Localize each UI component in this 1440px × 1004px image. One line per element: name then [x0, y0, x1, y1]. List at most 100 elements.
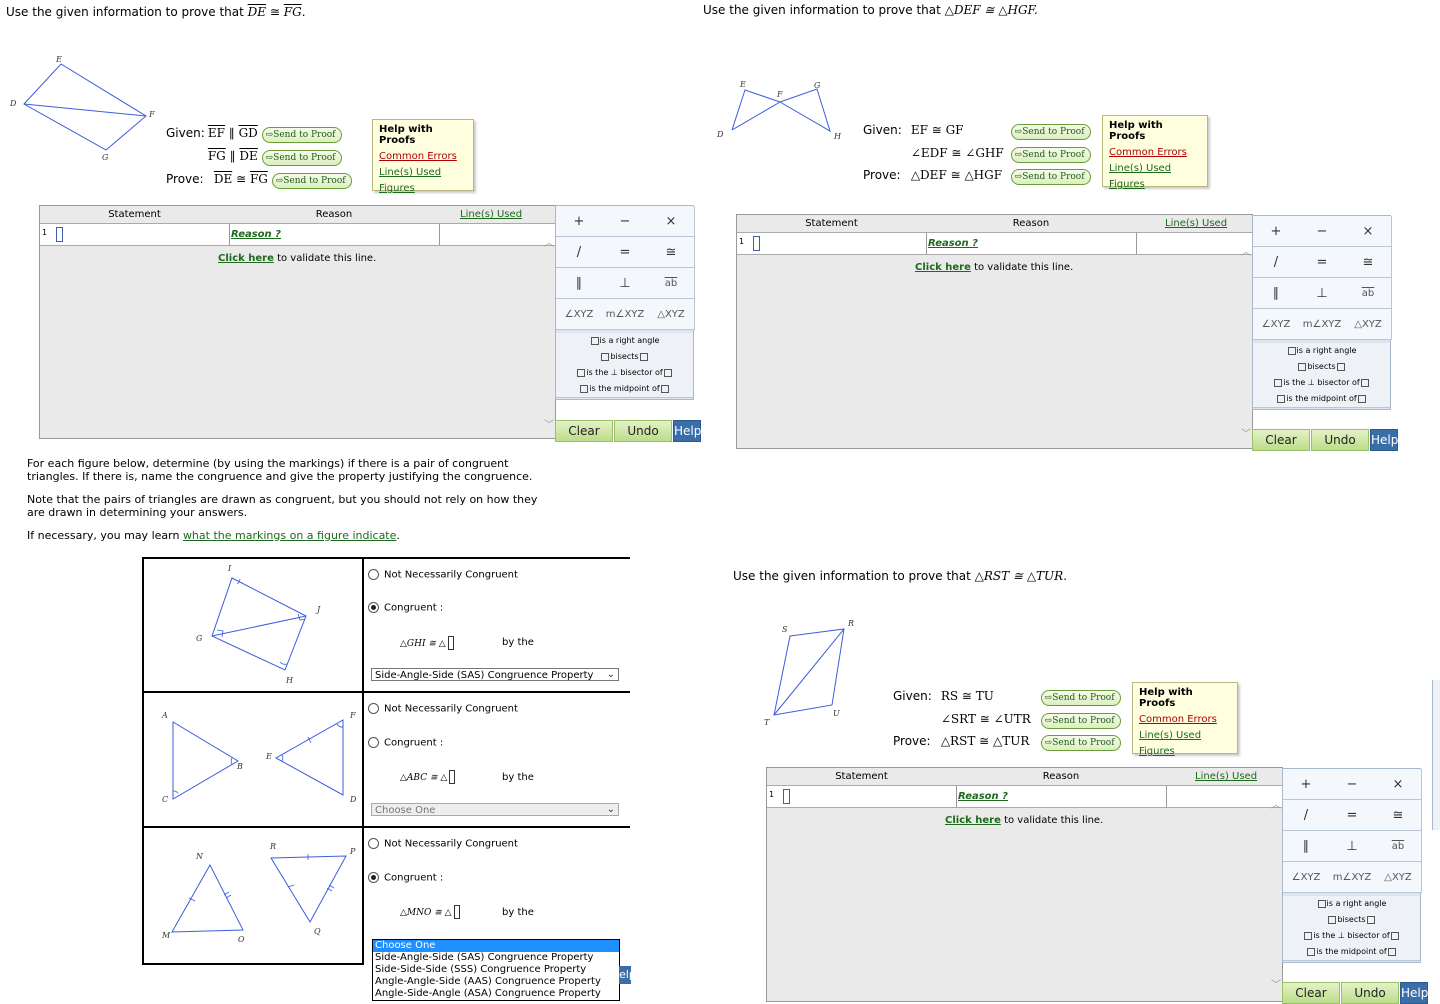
parallel-button[interactable]: ∥: [1283, 831, 1330, 862]
angle-button[interactable]: ∠XYZ: [1253, 309, 1300, 340]
property-dropdown-open[interactable]: Choose One Side-Angle-Side (SAS) Congrue…: [372, 939, 620, 1001]
minus-button[interactable]: −: [602, 206, 649, 237]
reason-select[interactable]: Reason ?: [928, 238, 978, 249]
send-to-proof-button[interactable]: ⇨Send to Proof: [1010, 169, 1091, 185]
congruent-option-1[interactable]: Congruent :: [368, 602, 443, 614]
congruent-button[interactable]: ≅: [1375, 800, 1422, 831]
angle-measure-button[interactable]: m∠XYZ: [1299, 309, 1346, 340]
lines-used-link[interactable]: Line(s) Used: [1109, 161, 1201, 177]
scroll-down-icon[interactable]: ﹀: [544, 416, 554, 431]
angle-measure-button[interactable]: m∠XYZ: [1329, 862, 1376, 893]
scroll-down-icon[interactable]: ﹀: [1241, 425, 1251, 440]
lines-used-header[interactable]: Line(s) Used: [1195, 771, 1257, 782]
figures-link[interactable]: Figures: [379, 181, 467, 197]
minus-button[interactable]: −: [1299, 216, 1346, 247]
triangle-button[interactable]: △XYZ: [648, 299, 695, 330]
send-to-proof-button[interactable]: ⇨Send to Proof: [261, 127, 342, 143]
bisects-template[interactable]: bisects: [1283, 912, 1420, 929]
property-select-2[interactable]: Choose One ⌄: [371, 803, 619, 816]
clear-button[interactable]: Clear: [555, 420, 613, 442]
times-button[interactable]: ×: [1375, 769, 1422, 800]
congruent-button[interactable]: ≅: [1345, 247, 1392, 278]
statement-input[interactable]: [56, 227, 63, 242]
perpendicular-button[interactable]: ⊥: [1299, 278, 1346, 309]
equals-button[interactable]: =: [1299, 247, 1346, 278]
reason-select[interactable]: Reason ?: [231, 229, 281, 240]
perp-bisector-template[interactable]: is the ⊥ bisector of: [1253, 375, 1390, 392]
midpoint-template[interactable]: is the midpoint of: [1283, 944, 1420, 961]
help-button[interactable]: Help: [1370, 429, 1398, 451]
dropdown-option[interactable]: Side-Side-Side (SSS) Congruence Property: [373, 964, 619, 976]
segment-button[interactable]: ab: [648, 268, 695, 299]
triangle-button[interactable]: △XYZ: [1375, 862, 1422, 893]
help-button[interactable]: Help: [673, 420, 701, 442]
plus-button[interactable]: +: [1283, 769, 1330, 800]
scroll-up-icon[interactable]: ︿: [1271, 796, 1281, 811]
statement-input[interactable]: [753, 236, 760, 251]
dropdown-option[interactable]: Choose One: [373, 940, 619, 952]
send-to-proof-button[interactable]: ⇨Send to Proof: [261, 150, 342, 166]
dropdown-option[interactable]: Angle-Side-Angle (ASA) Congruence Proper…: [373, 988, 619, 1000]
lines-used-link[interactable]: Line(s) Used: [379, 165, 467, 181]
triangle-name-input-2[interactable]: [449, 770, 456, 784]
equals-button[interactable]: =: [602, 237, 649, 268]
scroll-down-icon[interactable]: ﹀: [1271, 976, 1281, 991]
lines-used-link[interactable]: Line(s) Used: [1139, 728, 1231, 744]
common-errors-link[interactable]: Common Errors: [1139, 712, 1231, 728]
property-select-1[interactable]: Side-Angle-Side (SAS) Congruence Propert…: [371, 668, 619, 681]
minus-button[interactable]: −: [1329, 769, 1376, 800]
divide-button[interactable]: /: [1283, 800, 1330, 831]
send-to-proof-button[interactable]: ⇨Send to Proof: [1010, 124, 1091, 140]
segment-button[interactable]: ab: [1345, 278, 1392, 309]
congruent-button[interactable]: ≅: [648, 237, 695, 268]
send-to-proof-button[interactable]: ⇨Send to Proof: [271, 173, 352, 189]
undo-button[interactable]: Undo: [1311, 429, 1369, 451]
reason-select[interactable]: Reason ?: [958, 791, 1008, 802]
congruent-option-3[interactable]: Congruent :: [368, 872, 443, 884]
common-errors-link[interactable]: Common Errors: [379, 149, 467, 165]
congruent-option-2[interactable]: Congruent :: [368, 737, 443, 749]
help-button[interactable]: Help: [1400, 982, 1428, 1004]
figures-link[interactable]: Figures: [1109, 177, 1201, 193]
angle-button[interactable]: ∠XYZ: [1283, 862, 1330, 893]
perp-bisector-template[interactable]: is the ⊥ bisector of: [556, 365, 693, 382]
divide-button[interactable]: /: [556, 237, 603, 268]
bisects-template[interactable]: bisects: [1253, 359, 1390, 376]
triangle-button[interactable]: △XYZ: [1345, 309, 1392, 340]
click-here-link[interactable]: Click here: [218, 253, 274, 264]
undo-button[interactable]: Undo: [614, 420, 672, 442]
send-to-proof-button[interactable]: ⇨Send to Proof: [1040, 690, 1121, 706]
send-to-proof-button[interactable]: ⇨Send to Proof: [1040, 735, 1121, 751]
parallel-button[interactable]: ∥: [556, 268, 603, 299]
figures-link[interactable]: Figures: [1139, 744, 1231, 760]
times-button[interactable]: ×: [1345, 216, 1392, 247]
triangle-name-input-1[interactable]: [447, 636, 454, 650]
lines-used-header[interactable]: Line(s) Used: [460, 209, 522, 220]
perpendicular-button[interactable]: ⊥: [602, 268, 649, 299]
send-to-proof-button[interactable]: ⇨Send to Proof: [1010, 147, 1091, 163]
dropdown-option[interactable]: Angle-Angle-Side (AAS) Congruence Proper…: [373, 976, 619, 988]
right-angle-template[interactable]: is a right angle: [1283, 896, 1420, 913]
perp-bisector-template[interactable]: is the ⊥ bisector of: [1283, 928, 1420, 945]
scroll-up-icon[interactable]: ︿: [544, 234, 554, 249]
statement-input[interactable]: [783, 789, 790, 804]
common-errors-link[interactable]: Common Errors: [1109, 145, 1201, 161]
bisects-template[interactable]: bisects: [556, 349, 693, 366]
lines-used-header[interactable]: Line(s) Used: [1165, 218, 1227, 229]
divide-button[interactable]: /: [1253, 247, 1300, 278]
dropdown-option[interactable]: Side-Angle-Side (SAS) Congruence Propert…: [373, 952, 619, 964]
scroll-up-icon[interactable]: ︿: [1241, 243, 1251, 258]
equals-button[interactable]: =: [1329, 800, 1376, 831]
not-congruent-option-2[interactable]: Not Necessarily Congruent: [368, 703, 518, 715]
click-here-link[interactable]: Click here: [945, 815, 1001, 826]
plus-button[interactable]: +: [556, 206, 603, 237]
clear-button[interactable]: Clear: [1252, 429, 1310, 451]
clear-button[interactable]: Clear: [1282, 982, 1340, 1004]
segment-button[interactable]: ab: [1375, 831, 1422, 862]
angle-button[interactable]: ∠XYZ: [556, 299, 603, 330]
triangle-name-input-3[interactable]: [453, 905, 460, 919]
right-angle-template[interactable]: is a right angle: [1253, 343, 1390, 360]
midpoint-template[interactable]: is the midpoint of: [556, 381, 693, 398]
overlap-help-fragment[interactable]: elp: [619, 966, 631, 984]
send-to-proof-button[interactable]: ⇨Send to Proof: [1040, 713, 1121, 729]
